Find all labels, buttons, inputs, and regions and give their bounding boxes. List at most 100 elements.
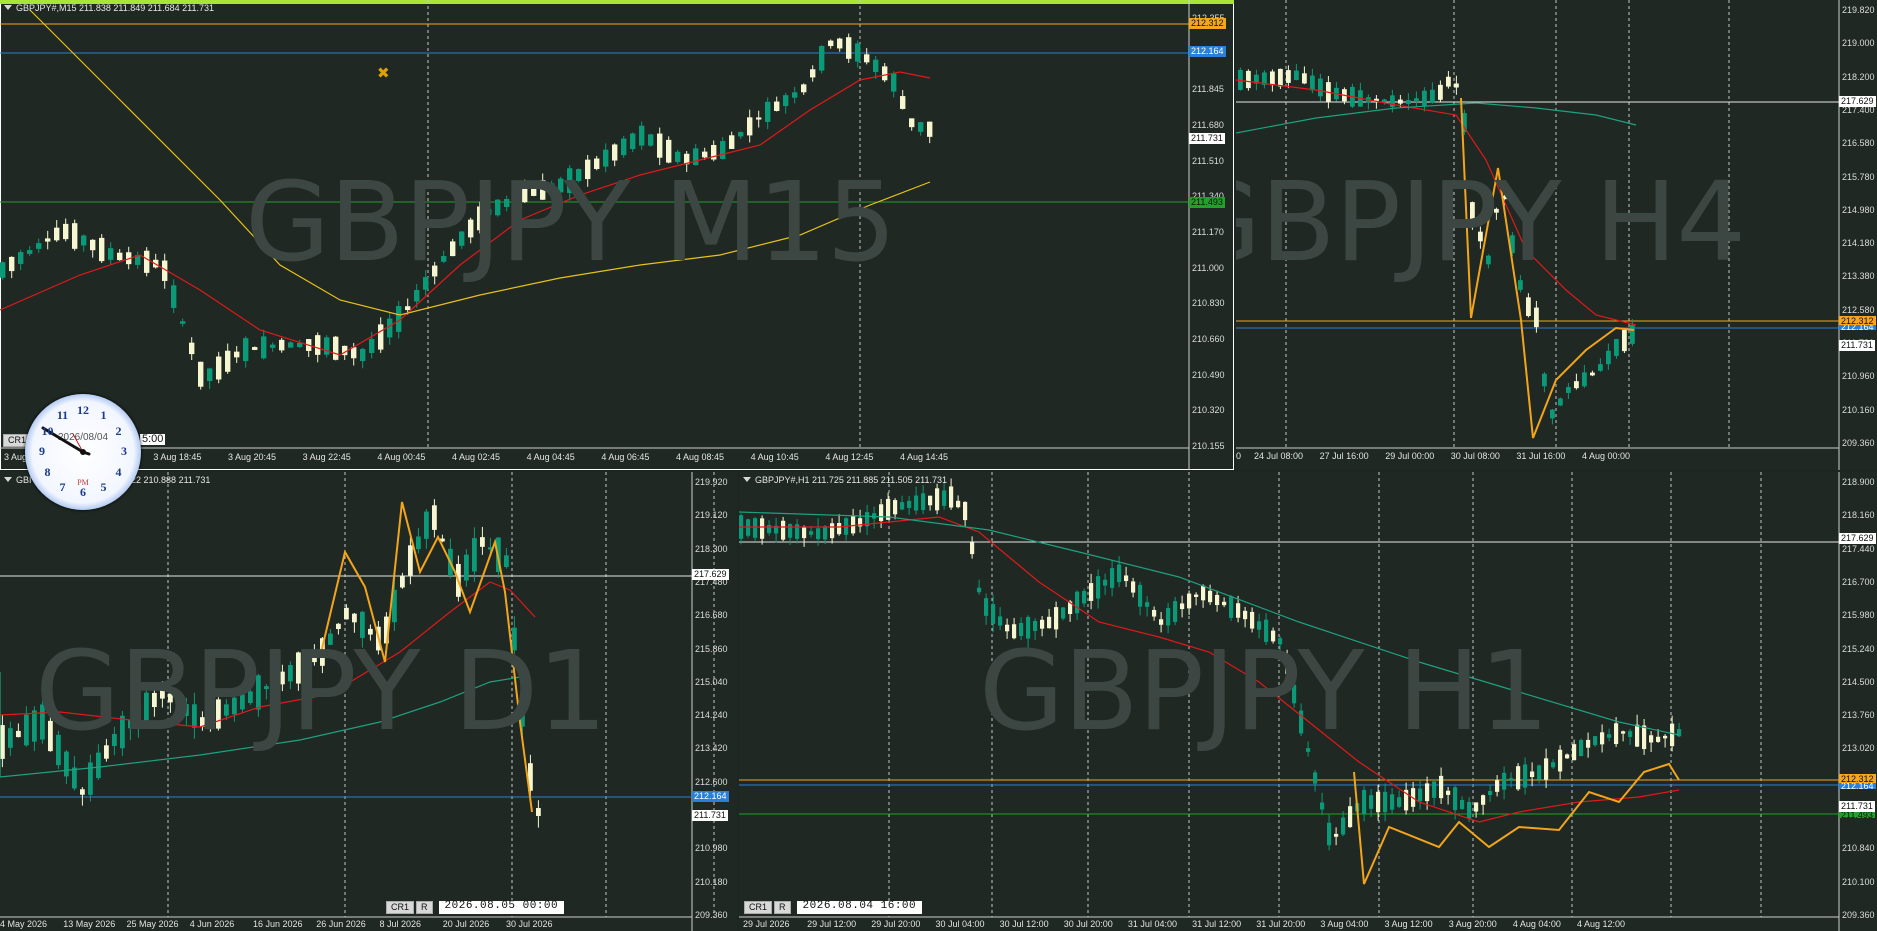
price-tick-label: 216.680 — [695, 610, 728, 621]
h4-left-time-fragment: 0 — [1236, 451, 1242, 461]
h1-title: GBPJPY#,H1 211.725 211.885 211.505 211.7… — [743, 475, 947, 485]
time-tick-label: 24 Jul 08:00 — [1254, 451, 1304, 461]
price-tick-label: 215.040 — [695, 676, 728, 687]
candle-body — [180, 321, 186, 324]
candle-body — [81, 235, 87, 246]
r-button[interactable]: R — [416, 901, 433, 914]
cr1-button[interactable]: CR1 — [744, 901, 773, 914]
candle-body — [819, 46, 825, 71]
price-tick-label: 218.300 — [695, 543, 728, 554]
candle-body — [1502, 772, 1507, 790]
candle-body — [400, 576, 405, 588]
candle-body — [1418, 788, 1423, 802]
candle-body — [63, 223, 69, 240]
candle-body — [942, 490, 947, 506]
candle-body — [1194, 594, 1199, 597]
time-tick-label: 30 Jul 08:00 — [1450, 451, 1500, 461]
candle-body — [252, 347, 258, 350]
candle-body — [788, 524, 793, 538]
candle-body — [536, 808, 541, 816]
time-tick-label: 30 Jul 04:00 — [935, 919, 985, 929]
analog-clock-widget[interactable]: 2026/08/04 PM 12 1 2 3 4 5 6 7 8 9 10 11 — [25, 394, 141, 510]
candle-body — [855, 43, 861, 62]
price-tick-label: 213.420 — [695, 743, 728, 754]
clock-hour-number: 6 — [80, 485, 86, 499]
price-tick-label: 210.155 — [1192, 441, 1225, 451]
candle-body — [243, 338, 249, 362]
candle-body — [1089, 583, 1094, 601]
price-tick-label: 214.980 — [1842, 204, 1875, 215]
candle-body — [918, 122, 924, 132]
candle-body — [1341, 817, 1346, 835]
candle-body — [1061, 607, 1066, 619]
chart-h4[interactable]: GBPJPY H4 219.820219.000218.200217.40021… — [1236, 0, 1877, 470]
price-tick-label: 210.840 — [1842, 843, 1875, 854]
chart-m15[interactable]: GBPJPY#,M15 211.838 211.849 211.684 211.… — [0, 0, 1234, 470]
candle-body — [837, 523, 842, 535]
r-button[interactable]: R — [774, 901, 791, 914]
chart-d1[interactable]: GBI .322 210.888 211.731 GBPJPY D1 219.92… — [0, 472, 737, 931]
candle-body — [351, 347, 357, 359]
candle-body — [1173, 601, 1178, 622]
price-tick-label: 217.440 — [1842, 543, 1875, 554]
candle-body — [1534, 307, 1539, 328]
h4-blue-level-badge: 212.164 — [1839, 325, 1876, 330]
candle-body — [80, 789, 85, 795]
cr1-button[interactable]: CR1 — [386, 901, 415, 914]
candle-body — [72, 767, 77, 789]
candle-body — [1593, 736, 1598, 746]
candle-body — [792, 92, 798, 98]
candle-body — [1390, 794, 1395, 810]
candle-body — [891, 72, 897, 92]
candle-body — [729, 135, 735, 149]
candle-body — [1166, 608, 1171, 626]
candle-body — [1096, 576, 1101, 599]
chart-h1[interactable]: GBPJPY#,H1 211.725 211.885 211.505 211.7… — [739, 472, 1877, 931]
candle-body — [414, 290, 420, 302]
price-tick-label: 215.860 — [695, 643, 728, 654]
price-tick-label: 211.000 — [1192, 262, 1224, 273]
candle-body — [810, 69, 816, 78]
menu-triangle-icon[interactable] — [743, 477, 751, 482]
price-tick-label: 210.830 — [1192, 298, 1225, 309]
candle-body — [216, 356, 222, 380]
candle-body — [1236, 603, 1241, 618]
clock-hour-number: 9 — [39, 444, 45, 458]
candle-body — [1446, 76, 1451, 87]
candle-body — [1152, 609, 1157, 617]
candle-body — [774, 101, 780, 111]
candle-body — [1406, 100, 1411, 104]
candle-body — [1474, 802, 1479, 812]
candle-body — [27, 250, 33, 254]
candle-body — [1544, 758, 1549, 780]
h1-current-price-badge: 211.731 — [1839, 801, 1875, 812]
candle-body — [900, 502, 905, 510]
time-tick-label: 4 Aug 04:45 — [526, 452, 575, 462]
h4-white-level-badge: 217.629 — [1839, 96, 1876, 107]
price-tick-label: 218.900 — [1842, 477, 1875, 487]
menu-triangle-icon[interactable] — [4, 477, 12, 482]
candle-body — [1369, 795, 1374, 809]
candle-body — [828, 40, 834, 47]
clock-hour-number: 3 — [121, 444, 127, 458]
menu-triangle-icon[interactable] — [4, 5, 12, 10]
candle-body — [504, 555, 509, 568]
price-tick-label: 210.660 — [1192, 334, 1225, 344]
price-tick-label: 211.845 — [1192, 84, 1224, 95]
candle-body — [1558, 749, 1563, 772]
candle-body — [738, 132, 744, 137]
time-tick-label: 3 Aug 22:45 — [302, 452, 351, 462]
candle-body — [416, 536, 421, 550]
candle-body — [1422, 90, 1427, 106]
candle-body — [1579, 739, 1584, 757]
candle-body — [1607, 734, 1612, 738]
candle-body — [96, 752, 101, 779]
time-tick-label: 4 Jun 2026 — [189, 919, 235, 929]
m15-orange-level-badge: 212.312 — [1189, 18, 1226, 29]
m15-datetime-fragment: 5:00 — [140, 433, 166, 445]
candle-body — [720, 141, 726, 159]
candle-body — [648, 134, 654, 146]
candle-body — [1614, 339, 1619, 356]
price-tick-label: 211.170 — [1192, 227, 1224, 237]
candle-body — [1551, 762, 1556, 768]
